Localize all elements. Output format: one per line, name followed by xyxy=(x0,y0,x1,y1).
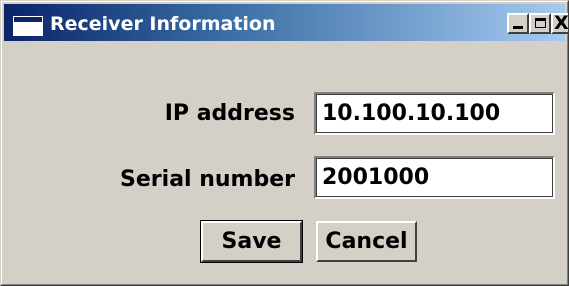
ip-address-label: IP address xyxy=(164,101,295,126)
maximize-icon xyxy=(535,18,546,28)
app-icon-bar xyxy=(14,17,42,22)
minimize-button[interactable] xyxy=(507,13,529,34)
serial-number-input[interactable] xyxy=(314,156,555,199)
title-bar[interactable]: Receiver Information X xyxy=(4,4,569,41)
ip-address-input[interactable] xyxy=(314,92,555,135)
window-title: Receiver Information xyxy=(50,13,276,35)
window-app-icon xyxy=(13,16,43,36)
cancel-button[interactable]: Cancel xyxy=(316,221,417,262)
receiver-information-dialog: Receiver Information X IP address Serial… xyxy=(0,0,569,286)
close-icon: X xyxy=(554,12,569,34)
save-button[interactable]: Save xyxy=(200,220,303,263)
close-button[interactable]: X xyxy=(551,12,569,34)
serial-number-label: Serial number xyxy=(120,167,295,192)
minimize-icon xyxy=(513,26,523,29)
app-icon-body xyxy=(15,23,41,34)
maximize-button[interactable] xyxy=(529,13,551,34)
